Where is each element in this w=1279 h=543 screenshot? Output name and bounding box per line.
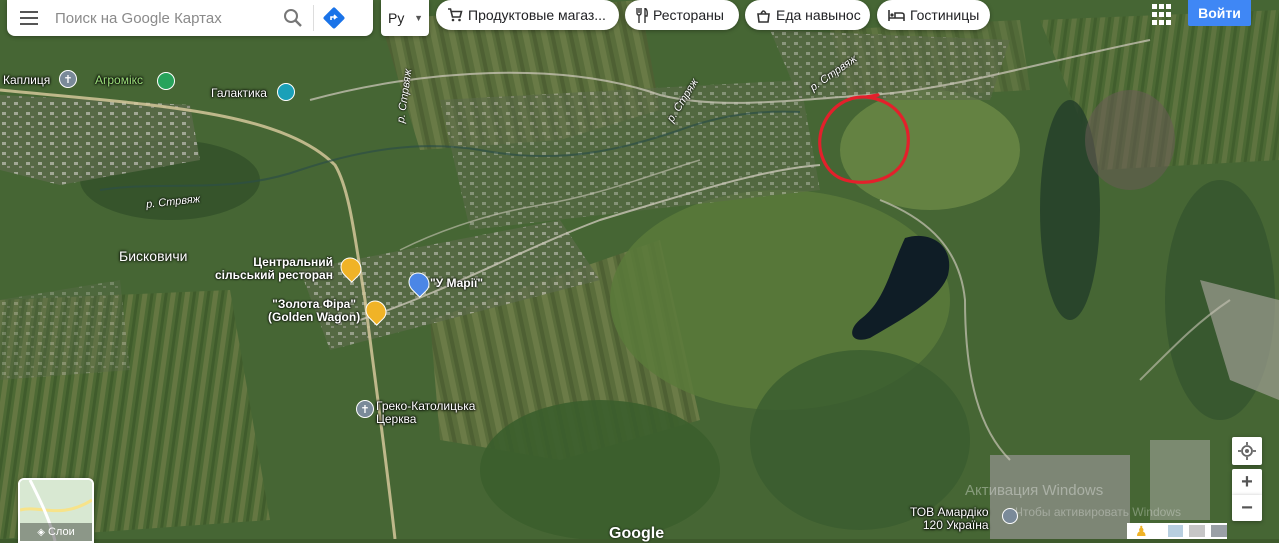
church-label[interactable]: Греко-Католицька Церква	[376, 400, 475, 426]
place-kaplytsia[interactable]: Каплиця	[3, 74, 50, 87]
my-location-button[interactable]	[1232, 437, 1262, 465]
zoom-out-icon: −	[1241, 496, 1253, 519]
cart-icon	[448, 8, 463, 22]
store-pin-icon[interactable]	[277, 83, 295, 101]
directions-icon	[323, 7, 345, 29]
language-select[interactable]: Ру ▼	[381, 0, 429, 36]
place-agromix[interactable]: Агромікс	[95, 74, 143, 87]
windows-activation-text: Чтобы активировать Windows	[1015, 505, 1181, 519]
chip-hotels-label: Гостиницы	[910, 7, 980, 23]
restaurant-icon	[636, 7, 648, 23]
chip-groceries-label: Продуктовые магаз...	[468, 7, 606, 23]
chip-takeout[interactable]: Еда навынос	[745, 0, 870, 30]
chip-hotels[interactable]: Гостиницы	[877, 0, 990, 30]
hamburger-menu-icon	[20, 11, 38, 25]
chip-restaurants[interactable]: Рестораны	[625, 0, 739, 30]
zoom-in-icon: +	[1241, 470, 1253, 493]
chip-restaurants-label: Рестораны	[653, 7, 724, 23]
chevron-down-icon: ▼	[414, 13, 423, 23]
search-icon	[284, 9, 302, 27]
google-logo: Google	[609, 525, 665, 542]
layers-icon: ◈	[37, 526, 45, 538]
chip-takeout-label: Еда навынос	[776, 7, 861, 23]
satellite-map[interactable]	[0, 0, 1279, 539]
zoom-in-button[interactable]: +	[1232, 469, 1262, 495]
search-box	[7, 0, 373, 36]
street-view-bar[interactable]: ♟	[1127, 523, 1227, 539]
chip-groceries[interactable]: Продуктовые магаз...	[436, 0, 619, 30]
layers-label: ◈ Слои	[20, 523, 92, 541]
shop-umarii-label[interactable]: "У Марії"	[430, 277, 483, 290]
village-label[interactable]: Бисковичи	[119, 248, 187, 264]
signin-button[interactable]: Войти	[1188, 0, 1251, 26]
my-location-icon	[1238, 442, 1256, 460]
restaurant-central-label[interactable]: Центральний сільський ресторан	[215, 256, 333, 282]
satellite-thumb-icon	[1167, 525, 1184, 537]
menu-button[interactable]	[7, 0, 51, 36]
search-button[interactable]	[273, 0, 313, 36]
church2-pin-icon[interactable]: ✝	[356, 400, 374, 418]
place-galaktika[interactable]: Галактика	[211, 87, 267, 100]
pegman-icon[interactable]: ♟	[1135, 523, 1148, 540]
windows-activation-title: Активация Windows	[965, 482, 1104, 499]
map-thumb-icon	[1211, 525, 1227, 537]
company-label[interactable]: ТОВ Амардіко 120 Україна	[910, 506, 989, 532]
takeout-icon	[757, 9, 770, 23]
shop-pin-icon[interactable]	[157, 72, 175, 90]
layers-toggle[interactable]: ◈ Слои	[18, 478, 94, 543]
directions-button[interactable]	[314, 0, 354, 36]
restaurant-golden-wagon-label[interactable]: "Золота Фіра" (Golden Wagon)	[268, 298, 360, 324]
search-input[interactable]	[51, 9, 273, 27]
apps-grid-icon[interactable]	[1150, 2, 1176, 28]
zoom-out-button[interactable]: −	[1232, 495, 1262, 521]
hotel-icon	[888, 9, 905, 21]
terrain-thumb-icon	[1189, 525, 1206, 537]
church-pin-icon[interactable]: ✝	[59, 70, 77, 88]
language-label: Ру	[388, 10, 405, 26]
